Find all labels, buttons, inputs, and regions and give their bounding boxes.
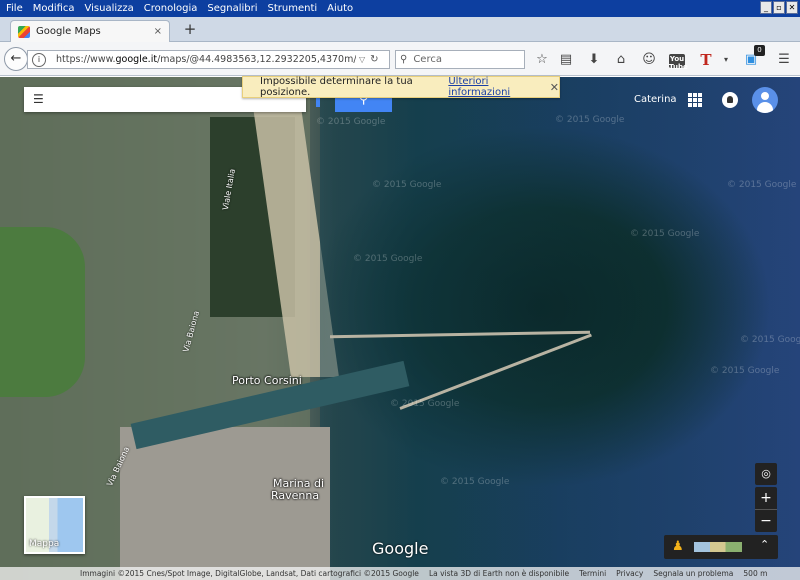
tab-google-maps[interactable]: Google Maps × [10,20,170,42]
restore-button[interactable]: ▫ [773,1,785,14]
zoom-out-button[interactable]: − [755,510,777,532]
map-watermark: © 2015 Google [710,366,780,376]
extension-dropdown-icon[interactable]: ▾ [717,52,735,68]
user-name[interactable]: Caterina [634,94,677,105]
chat-icon[interactable]: ☺ [640,52,658,68]
town-area [120,427,330,580]
map-watermark: © 2015 Google [740,335,800,345]
search-bar[interactable]: ⚲ Cerca [395,50,525,69]
site-identity-icon[interactable]: i [32,52,46,67]
tab-title: Google Maps [36,26,101,37]
imagery-toolbar: ♟ ⌃ [664,535,778,559]
map-watermark: © 2015 Google [316,117,386,127]
bookmark-star-icon[interactable]: ☆ [533,52,551,68]
minimize-button[interactable]: _ [760,1,772,14]
lagoon [0,227,85,397]
map-watermark: © 2015 Google [353,254,423,264]
tab-strip: Google Maps × [0,17,800,42]
menu-cronologia[interactable]: Cronologia [144,3,198,14]
reading-list-icon[interactable]: ▤ [557,52,575,68]
map-watermark: © 2015 Google [440,477,510,487]
url-text: https://www.google.it/maps/@44.4983563,1… [56,54,356,65]
earth-unavailable-text: La vista 3D di Earth non è disponibile [428,569,570,578]
window-controls: _ ▫ ✕ [760,1,798,14]
menu-visualizza[interactable]: Visualizza [85,3,134,14]
youtube-icon[interactable]: You Tube [669,54,688,71]
download-icon[interactable]: ⬇ [585,52,603,68]
report-problem-link[interactable]: Segnala un problema [653,569,733,578]
map-watermark: © 2015 Google [555,115,625,125]
navigation-bar: ← i https://www.google.it/maps/@44.49835… [0,42,800,76]
map-watermark: © 2015 Google [372,180,442,190]
google-maps-favicon-icon [18,25,30,38]
t-extension-icon[interactable]: T [697,52,715,68]
imagery-thumbnails[interactable] [694,542,742,552]
menu-bar: File Modifica Visualizza Cronologia Segn… [0,0,800,17]
expand-imagery-icon[interactable]: ⌃ [760,538,769,551]
place-label-marina-line2[interactable]: Ravenna [271,489,319,502]
notifications-bell-icon[interactable] [722,92,738,108]
zoom-in-button[interactable]: + [755,487,777,509]
privacy-link[interactable]: Privacy [616,569,643,578]
menu-aiuto[interactable]: Aiuto [327,3,353,14]
my-location-icon[interactable]: ◎ [755,463,777,485]
home-icon[interactable]: ⌂ [612,52,630,68]
new-tab-button[interactable]: + [183,21,197,37]
apps-grid-icon[interactable] [688,93,702,107]
url-dropdown-icon[interactable]: ▽ [359,55,365,64]
hamburger-menu-icon[interactable]: ☰ [775,52,793,68]
notification-message: Impossibile determinare la tua posizione… [260,76,413,98]
map-canvas[interactable]: © 2015 Google © 2015 Google © 2015 Googl… [0,77,800,580]
terms-link[interactable]: Termini [579,569,606,578]
map-watermark: © 2015 Google [390,399,460,409]
extension-badge: 0 [754,45,765,56]
map-watermark: © 2015 Google [727,180,797,190]
google-logo: Google [372,539,429,558]
back-button[interactable]: ← [4,47,28,71]
minimap-label: Mappa [29,539,60,549]
search-placeholder: Cerca [413,54,442,65]
user-avatar[interactable] [752,87,778,113]
location-error-notification: Impossibile determinare la tua posizione… [242,76,560,98]
notification-close-icon[interactable]: ✕ [550,81,559,94]
sea-shade [320,77,800,580]
pegman-icon[interactable]: ♟ [672,539,684,554]
map-footer: Immagini ©2015 Cnes/Spot Image, DigitalG… [0,567,800,580]
tab-close-icon[interactable]: × [154,26,162,37]
map-type-minimap[interactable]: Mappa [24,496,85,554]
menu-strumenti[interactable]: Strumenti [268,3,318,14]
url-bar[interactable]: i https://www.google.it/maps/@44.4983563… [27,50,390,69]
zoom-controls: + − [755,487,777,532]
place-label-porto-corsini[interactable]: Porto Corsini [232,374,302,387]
close-window-button[interactable]: ✕ [786,1,798,14]
map-watermark: © 2015 Google [630,229,700,239]
notification-more-info-link[interactable]: Ulteriori informazioni [448,76,541,98]
menu-file[interactable]: File [6,3,23,14]
reload-icon[interactable]: ↻ [370,54,378,65]
scale-bar[interactable]: 500 m [743,569,767,578]
imagery-attribution: Immagini ©2015 Cnes/Spot Image, DigitalG… [80,569,419,578]
search-icon: ⚲ [400,54,408,65]
menu-modifica[interactable]: Modifica [33,3,75,14]
menu-segnalibri[interactable]: Segnalibri [207,3,257,14]
maps-menu-icon[interactable]: ☰ [33,93,44,105]
